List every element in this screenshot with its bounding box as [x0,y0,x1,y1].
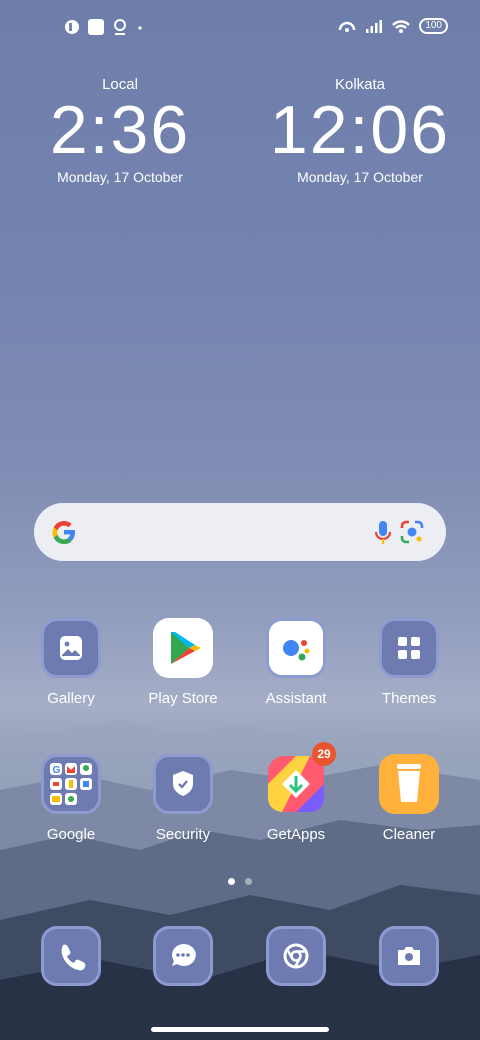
app-themes[interactable]: Themes [354,618,464,707]
app-cleaner[interactable]: Cleaner [354,754,464,843]
clock-time: 2:36 [49,92,191,168]
page-indicator [228,878,252,885]
wifi-icon [392,20,411,33]
cleaner-icon [379,754,439,814]
themes-icon [379,618,439,678]
app-label: Cleaner [382,826,436,843]
google-lens-icon[interactable] [398,518,426,546]
dock-chrome[interactable] [241,926,351,986]
page-dot-active [228,878,235,885]
clock-widget-kolkata[interactable]: Kolkata 12:06 Monday, 17 October [260,76,460,185]
clock-widget-local[interactable]: Local 2:36 Monday, 17 October [20,76,220,185]
page-dot [245,878,252,885]
messages-icon [153,926,213,986]
assistant-icon [266,618,326,678]
app-getapps[interactable]: 29 GetApps [241,742,351,843]
status-bar: 100 [0,14,480,42]
app-label: Gallery [47,690,95,707]
location-icon [114,19,126,35]
app-label: Google [46,826,96,843]
svg-text:G: G [53,765,61,776]
google-folder-icon: G [41,754,101,814]
app-label: Play Store [148,690,218,707]
play-store-icon [153,618,213,678]
hotspot-icon [339,21,356,32]
google-search-bar[interactable] [34,503,446,561]
clock-date: Monday, 17 October [57,169,183,185]
app-label: Assistant [265,690,327,707]
chrome-icon [266,926,326,986]
google-logo-icon [52,521,75,544]
app-label: GetApps [266,826,326,843]
app-label: Security [155,826,211,843]
dock-camera[interactable] [354,926,464,986]
dock-phone[interactable] [16,926,126,986]
app-folder-google[interactable]: G Google [16,754,126,843]
clock-date: Monday, 17 October [297,169,423,185]
app-notification-icon [65,20,79,34]
wallpaper-mountains [0,720,480,1040]
camera-icon [379,926,439,986]
phone-icon [41,926,101,986]
getapps-icon: 29 [266,742,336,814]
voice-search-mic-icon[interactable] [374,520,392,546]
app-gallery[interactable]: Gallery [16,618,126,707]
app-security[interactable]: Security [128,754,238,843]
notification-square-icon [88,19,104,35]
security-icon [153,754,213,814]
gallery-icon [41,618,101,678]
signal-icon [366,20,383,33]
navigation-gesture-handle[interactable] [151,1027,329,1032]
battery-indicator: 100 [419,18,448,34]
clock-time: 12:06 [269,92,451,168]
dock-messages[interactable] [128,926,238,986]
more-notifications-icon [138,26,142,30]
app-play-store[interactable]: Play Store [128,618,238,707]
app-label: Themes [381,690,437,707]
app-assistant[interactable]: Assistant [241,618,351,707]
notification-badge: 29 [312,742,336,766]
